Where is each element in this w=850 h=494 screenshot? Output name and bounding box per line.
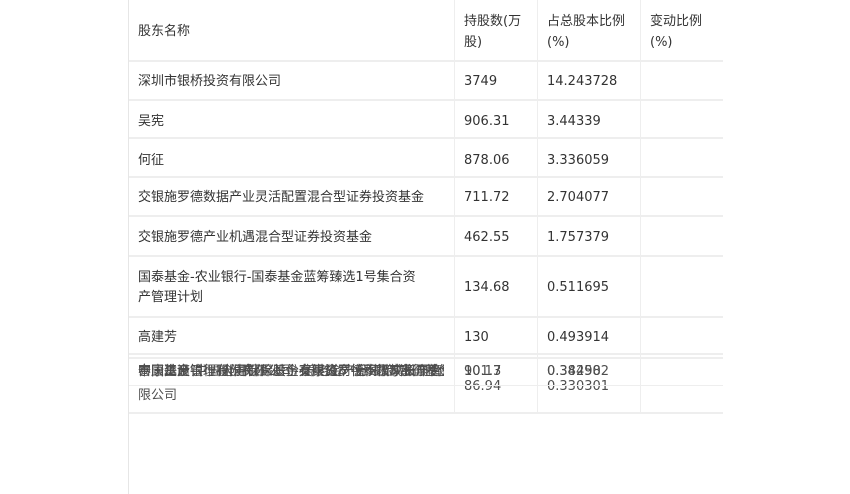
row-divider [129,353,723,355]
ratio-value: 3.336059 [547,153,610,168]
shareholder-name: 吴宪 [138,114,165,129]
shareholder-name: 交银施罗德产业机遇混合型证券投资基金 [138,230,373,245]
col-divider [454,0,455,414]
header-shares-unit: 股) [464,35,483,50]
ratio-value: 14.243728 [547,74,618,89]
shareholder-name: 高建芳 [138,330,178,345]
shareholder-table: 股东名称 持股数(万 股) 占总股本比例 (%) 变动比例 (%) 深圳市银桥投… [128,0,723,494]
shareholder-name: 国泰基金-农业银行-国泰基金蓝筹臻选1号集合资 [138,270,416,285]
shares-value: 462.55 [464,230,510,245]
shareholder-name: 深圳市银桥投资有限公司 [138,74,282,89]
header-ratio: 占总股本比例 [547,14,626,29]
shares-value: 86.94 [464,379,502,394]
row-divider [129,316,723,318]
row-divider [129,60,723,62]
shares-value: 3749 [464,74,498,89]
header-change-unit: (%) [650,35,673,50]
shareholder-name: 交银施罗德数据产业灵活配置混合型证券投资基金 [138,190,425,205]
row-divider [129,412,723,414]
header-name: 股东名称 [138,24,191,39]
shares-value: 711.72 [464,190,510,205]
row-divider [129,99,723,101]
ratio-value: 1.757379 [547,230,610,245]
row-divider [129,176,723,178]
shareholder-name: 何征 [138,153,165,168]
row-divider [129,215,723,217]
shareholder-name-cont: 限公司 [138,388,178,403]
ratio-value: 0.330301 [547,379,610,394]
row-divider [129,255,723,257]
row-divider [129,385,723,386]
ratio-value: 3.44339 [547,114,601,129]
ratio-value: 0.493914 [547,330,610,345]
shares-value: 878.06 [464,153,510,168]
col-divider [640,0,641,414]
ratio-value: 0.511695 [547,280,610,295]
shares-value: 134.68 [464,280,510,295]
row-divider [129,357,723,359]
row-divider [129,137,723,139]
header-shares: 持股数(万 [464,14,522,29]
shareholder-name: 中国工商银行-全国社保基金-养老金产品-招商银行股份有 [138,364,444,379]
shares-value: 130 [464,330,489,345]
ratio-value: 2.704077 [547,190,610,205]
header-change: 变动比例 [650,14,703,29]
col-divider [537,0,538,414]
header-ratio-unit: (%) [547,35,570,50]
shareholder-name-cont: 产管理计划 [138,290,204,305]
shares-value: 906.31 [464,114,510,129]
